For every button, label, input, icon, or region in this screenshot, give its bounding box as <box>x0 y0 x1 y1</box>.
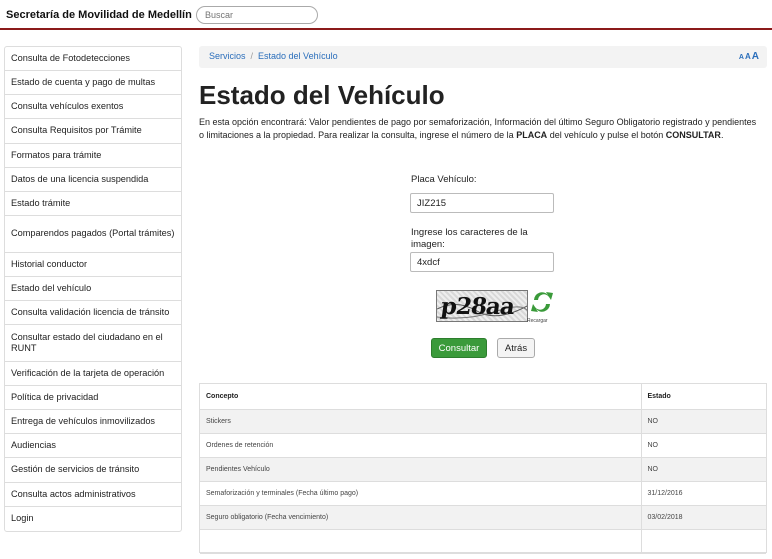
cell-estado: NO <box>640 409 766 434</box>
cell-concepto: Semaforización y terminales (Fecha últim… <box>200 481 641 506</box>
intro-text-part: . <box>720 130 724 141</box>
font-size-small-button[interactable]: A <box>739 54 744 61</box>
intro-text: En esta opción encontrará: Valor pendien… <box>199 116 759 142</box>
placa-label: Placa Vehículo: <box>411 174 477 185</box>
cell-concepto: Stickers <box>200 409 641 434</box>
intro-placa-emphasis: PLACA <box>516 130 548 141</box>
column-header-estado: Estado <box>640 384 766 410</box>
sidebar-item-label: Consulta Requisitos por Trámite <box>11 125 142 136</box>
column-header-concepto: Concepto <box>200 384 641 410</box>
reload-icon <box>531 292 553 312</box>
cell-concepto: Pendientes Vehículo <box>200 457 641 482</box>
placa-input[interactable] <box>410 193 554 213</box>
captcha-label: Ingrese los caracteres de la imagen: <box>411 227 528 251</box>
sidebar-item-estado-cuenta[interactable]: Estado de cuenta y pago de multas <box>5 71 181 95</box>
sidebar-item-vehiculos-exentos[interactable]: Consulta vehículos exentos <box>5 95 181 119</box>
sidebar-item-label: Gestión de servicios de tránsito <box>11 464 140 475</box>
sidebar-item-label: Entrega de vehículos inmovilizados <box>11 415 156 426</box>
sidebar-item-label: Consultar estado del ciudadano en el RUN… <box>11 331 163 354</box>
font-size-medium-button[interactable]: A <box>745 52 751 61</box>
atras-button[interactable]: Atrás <box>497 338 535 358</box>
cell-estado: 03/02/2018 <box>640 505 766 530</box>
table-row: Semaforización y terminales (Fecha últim… <box>200 481 766 506</box>
font-size-controls: AAA <box>738 51 759 62</box>
sidebar-item-label: Consulta vehículos exentos <box>11 100 124 111</box>
sidebar-item-politica-privacidad[interactable]: Política de privacidad <box>5 386 181 410</box>
intro-text-part: del vehículo y pulse el botón <box>547 130 666 141</box>
sidebar-item-label: Historial conductor <box>11 258 88 269</box>
sidebar-item-estado-vehiculo[interactable]: Estado del vehículo <box>5 277 181 301</box>
sidebar-item-label: Consulta de Fotodetecciones <box>11 52 131 63</box>
sidebar-item-label: Consulta validación licencia de tránsito <box>11 306 170 317</box>
captcha-text: p28aa <box>439 293 516 320</box>
sidebar-item-label: Login <box>11 513 34 524</box>
sidebar-item-estado-ciudadano-runt[interactable]: Consultar estado del ciudadano en el RUN… <box>5 325 181 362</box>
sidebar-item-label: Verificación de la tarjeta de operación <box>11 367 165 378</box>
sidebar-item-vehiculos-inmovilizados[interactable]: Entrega de vehículos inmovilizados <box>5 410 181 434</box>
sidebar-item-login[interactable]: Login <box>5 507 181 531</box>
cell-estado: NO <box>640 457 766 482</box>
sidebar-item-label: Estado trámite <box>11 197 71 208</box>
site-brand[interactable]: Secretaría de Movilidad de Medellín <box>6 9 192 21</box>
table-row: Pendientes Vehículo NO <box>200 457 766 482</box>
sidebar-item-label: Audiencias <box>11 439 56 450</box>
cell-estado <box>640 529 766 554</box>
sidebar-item-label: Comparendos pagados (Portal trámites) <box>11 228 175 239</box>
cell-concepto: Seguro obligatorio (Fecha vencimiento) <box>200 505 641 530</box>
captcha-input[interactable] <box>410 252 554 272</box>
cell-concepto <box>200 529 641 554</box>
sidebar-item-label: Formatos para trámite <box>11 149 102 160</box>
page-title: Estado del Vehículo <box>199 80 445 110</box>
table-row <box>200 529 766 554</box>
intro-consultar-emphasis: CONSULTAR <box>665 130 721 141</box>
sidebar-item-label: Consulta actos administrativos <box>11 488 136 499</box>
captcha-image: p28aa <box>436 290 528 322</box>
table-row: Ordenes de retención NO <box>200 433 766 458</box>
reload-captcha-button[interactable] <box>530 288 554 319</box>
font-size-large-button[interactable]: A <box>752 51 759 62</box>
sidebar-item-fotodetecciones[interactable]: Consulta de Fotodetecciones <box>5 47 181 71</box>
results-panel: Concepto Estado Stickers NO Ordenes de r… <box>199 383 767 554</box>
sidebar-item-servicios-transito[interactable]: Gestión de servicios de tránsito <box>5 458 181 483</box>
sidebar-item-licencia-suspendida[interactable]: Datos de una licencia suspendida <box>5 168 181 192</box>
table-row: Seguro obligatorio (Fecha vencimiento) 0… <box>200 505 766 530</box>
sidebar-item-requisitos-tramite[interactable]: Consulta Requisitos por Trámite <box>5 119 181 144</box>
table-row: Stickers NO <box>200 409 766 434</box>
breadcrumb-estado-vehiculo-link[interactable]: Estado del Vehículo <box>258 51 338 61</box>
cell-concepto: Ordenes de retención <box>200 433 641 458</box>
search-input[interactable] <box>196 6 318 24</box>
breadcrumb-servicios-link[interactable]: Servicios <box>209 51 246 61</box>
cell-estado: NO <box>640 433 766 458</box>
sidebar-item-comparendos-pagados[interactable]: Comparendos pagados (Portal trámites) <box>5 216 181 253</box>
sidebar-item-tarjeta-operacion[interactable]: Verificación de la tarjeta de operación <box>5 362 181 386</box>
sidebar-item-actos-administrativos[interactable]: Consulta actos administrativos <box>5 483 181 507</box>
sidebar-item-estado-tramite[interactable]: Estado trámite <box>5 192 181 216</box>
results-table: Concepto Estado Stickers NO Ordenes de r… <box>200 384 766 554</box>
breadcrumb: Servicios / Estado del Vehículo AAA <box>199 46 767 68</box>
sidebar-item-label: Política de privacidad <box>11 391 99 402</box>
sidebar-item-validacion-licencia[interactable]: Consulta validación licencia de tránsito <box>5 301 181 325</box>
table-header-row: Concepto Estado <box>200 384 766 410</box>
breadcrumb-separator: / <box>250 51 254 61</box>
cell-estado: 31/12/2016 <box>640 481 766 506</box>
sidebar-item-label: Estado del vehículo <box>11 282 92 293</box>
sidebar-item-label: Estado de cuenta y pago de multas <box>11 76 156 87</box>
consultar-button[interactable]: Consultar <box>431 338 487 358</box>
sidebar-item-label: Datos de una licencia suspendida <box>11 173 149 184</box>
top-bar: Secretaría de Movilidad de Medellín <box>0 0 772 30</box>
sidebar-menu: Consulta de Fotodetecciones Estado de cu… <box>4 46 182 532</box>
sidebar-item-audiencias[interactable]: Audiencias <box>5 434 181 458</box>
sidebar-item-formatos-tramite[interactable]: Formatos para trámite <box>5 144 181 168</box>
sidebar-item-historial-conductor[interactable]: Historial conductor <box>5 253 181 277</box>
reload-label: Recargar <box>527 318 548 324</box>
